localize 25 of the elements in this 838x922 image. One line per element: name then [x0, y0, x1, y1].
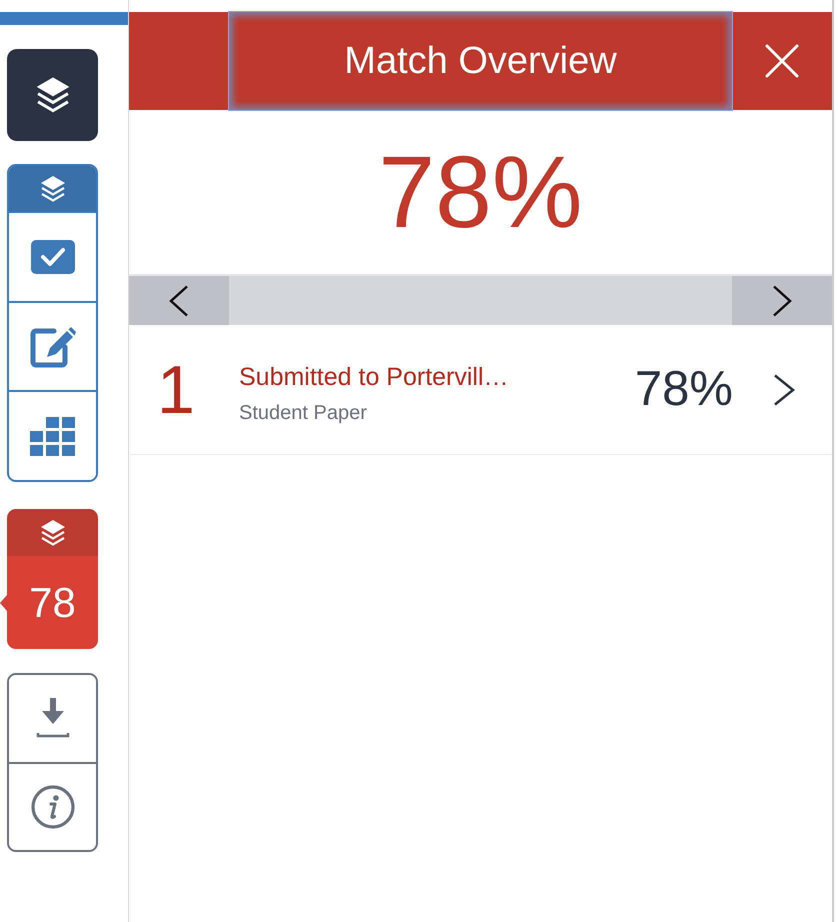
- match-source-type: Student Paper: [239, 402, 367, 424]
- match-source-link[interactable]: Submitted to Portervill…: [239, 362, 509, 392]
- close-icon: [765, 44, 799, 78]
- previous-button[interactable]: [129, 276, 229, 325]
- panel-title: Match Overview: [229, 12, 732, 110]
- next-button[interactable]: [732, 276, 832, 325]
- layers-button[interactable]: [7, 49, 98, 141]
- chevron-right-icon: [772, 284, 792, 316]
- info-button[interactable]: [9, 762, 96, 850]
- layers-icon: [38, 174, 66, 202]
- match-number: 1: [156, 356, 196, 424]
- layers-icon: [38, 518, 66, 546]
- overall-match-score: 78%: [378, 141, 583, 243]
- grid-icon: [30, 416, 75, 456]
- chevron-right-icon[interactable]: [773, 374, 795, 406]
- match-percent: 78%: [634, 365, 733, 414]
- pointer-icon: [0, 595, 7, 611]
- similarity-score-button[interactable]: 78: [7, 556, 98, 649]
- chevron-left-icon: [169, 284, 189, 316]
- download-icon: [36, 698, 70, 738]
- layers-button[interactable]: [7, 509, 98, 556]
- grid-button[interactable]: [9, 390, 96, 480]
- info-icon: [30, 784, 74, 829]
- edit-icon: [30, 326, 76, 368]
- checkbox-icon: [30, 240, 74, 274]
